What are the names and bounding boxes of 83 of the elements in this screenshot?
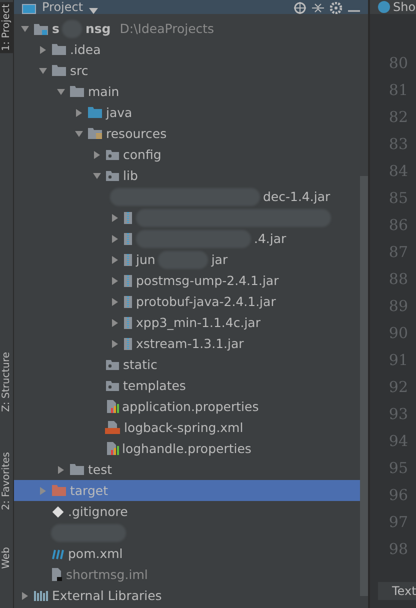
tree-item-label[interactable]: dec-1.4.jar [263, 189, 330, 204]
project-path: D:\IdeaProjects [120, 21, 214, 36]
collapsed-arrow-icon[interactable] [74, 108, 84, 118]
archive-icon [123, 252, 133, 266]
folder-icon [51, 64, 67, 77]
tree-item-label[interactable]: .gitignore [68, 504, 128, 519]
collapsed-arrow-icon[interactable] [38, 44, 48, 54]
expanded-arrow-icon[interactable] [92, 170, 102, 180]
package-icon [105, 358, 120, 370]
panel-icon [22, 4, 36, 14]
tree-item-label[interactable]: resources [106, 126, 167, 141]
tree-item-label[interactable]: application.properties [122, 399, 259, 414]
archive-icon [123, 316, 133, 330]
tree-item-label[interactable]: .4.jar [254, 231, 286, 246]
archive-icon [123, 294, 133, 308]
tree-item-label[interactable]: main [88, 84, 120, 99]
collapsed-arrow-icon[interactable] [20, 590, 30, 600]
tree-item-label[interactable]: java [106, 105, 132, 120]
package-icon [105, 380, 120, 392]
collapsed-arrow-icon[interactable] [110, 254, 120, 264]
resources-folder-icon [87, 127, 103, 140]
folder-icon [69, 463, 85, 476]
archive-icon [123, 274, 133, 288]
tool-window-tab[interactable]: Z: Structure [0, 350, 13, 414]
tree-item-label[interactable]: lib [123, 168, 138, 183]
collapsed-arrow-icon[interactable] [110, 212, 120, 222]
libraries-icon [33, 589, 49, 602]
folder-icon [51, 484, 67, 497]
tree-item-label[interactable]: shortmsg.iml [66, 567, 148, 582]
tree-item-label[interactable]: protobuf-java-2.4.1.jar [136, 294, 276, 309]
package-icon [105, 148, 120, 160]
collapsed-arrow-icon[interactable] [92, 150, 102, 160]
tree-item-label[interactable]: config [123, 147, 162, 162]
folder-icon [69, 85, 85, 98]
collapsed-arrow-icon[interactable] [110, 276, 120, 286]
maven-icon [51, 548, 65, 560]
collapsed-arrow-icon[interactable] [56, 464, 66, 474]
tree-item-label[interactable]: src [70, 63, 88, 78]
collapsed-arrow-icon[interactable] [110, 234, 120, 244]
tree-item-label[interactable]: loghandle.properties [122, 441, 252, 456]
archive-icon [123, 232, 133, 246]
archive-icon [123, 336, 133, 350]
folder-icon [87, 106, 103, 119]
archive-icon [123, 210, 133, 224]
expanded-arrow-icon[interactable] [74, 128, 84, 138]
tool-window-tab[interactable]: 1: Project [0, 2, 13, 54]
module-folder-icon [33, 22, 49, 36]
tree-item-label[interactable]: jun [136, 252, 156, 267]
tree-item-label[interactable]: logback-spring.xml [124, 420, 244, 435]
expanded-arrow-icon[interactable] [38, 66, 48, 76]
tree-item-label[interactable]: test [88, 462, 112, 477]
tool-window-tab[interactable]: 2: Favorites [0, 450, 13, 512]
properties-file-icon [105, 441, 119, 456]
collapse-icon[interactable] [312, 2, 324, 14]
tree-item-label[interactable]: xstream-1.3.1.jar [136, 336, 244, 351]
dropdown-caret-icon[interactable] [89, 8, 98, 14]
xml-file-icon [105, 420, 121, 435]
properties-file-icon [105, 399, 119, 414]
panel-title[interactable]: Project [42, 0, 84, 14]
folder-icon [51, 43, 67, 56]
bottom-tab[interactable]: Text [378, 582, 416, 600]
tree-item-label[interactable]: nsg [85, 21, 111, 36]
tree-item-label[interactable]: postmsg-ump-2.4.1.jar [136, 273, 279, 288]
tree-item-label[interactable]: xpp3_min-1.1.4c.jar [136, 315, 260, 330]
tree-item-label[interactable]: pom.xml [68, 546, 123, 561]
collapsed-arrow-icon[interactable] [110, 296, 120, 306]
target-icon[interactable] [294, 2, 306, 14]
settings-icon[interactable] [330, 2, 342, 14]
collapsed-arrow-icon[interactable] [110, 318, 120, 328]
expanded-arrow-icon[interactable] [56, 86, 66, 96]
tree-item-label[interactable]: s [52, 21, 60, 36]
tree-item-label[interactable]: jar [211, 252, 228, 267]
package-icon [105, 170, 120, 182]
tool-window-tab[interactable]: Web [0, 545, 13, 571]
tree-item-label[interactable]: templates [123, 378, 186, 393]
module-file-icon [51, 567, 63, 582]
class-icon [378, 1, 390, 13]
tree-item-label[interactable]: External Libraries [52, 588, 162, 603]
collapsed-arrow-icon[interactable] [110, 338, 120, 348]
tree-item-label[interactable]: static [123, 357, 158, 372]
expanded-arrow-icon[interactable] [20, 24, 30, 34]
scrollbar[interactable] [360, 176, 368, 596]
tree-item-label[interactable]: .idea [70, 42, 101, 57]
